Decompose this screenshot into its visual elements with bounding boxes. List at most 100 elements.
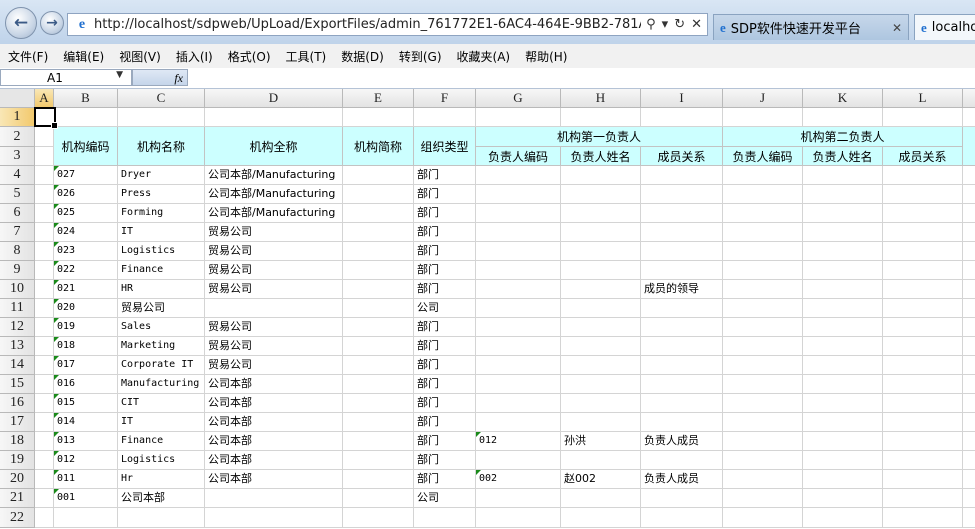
grid-cell[interactable] (641, 337, 723, 356)
grid-cell[interactable] (641, 489, 723, 508)
row-header-16[interactable]: 16 (0, 394, 35, 413)
grid-cell[interactable] (35, 394, 54, 413)
data-cell[interactable]: 024 (54, 223, 118, 242)
data-cell[interactable]: 012 (476, 432, 561, 451)
row-header-11[interactable]: 11 (0, 299, 35, 318)
data-cell[interactable]: 部门 (414, 394, 476, 413)
column-header-I[interactable]: I (641, 89, 723, 108)
grid-cell[interactable] (803, 413, 883, 432)
grid-cell[interactable] (476, 242, 561, 261)
grid-cell[interactable] (723, 432, 803, 451)
grid-cell[interactable] (35, 470, 54, 489)
grid-cell[interactable] (343, 508, 414, 528)
grid-cell[interactable] (723, 489, 803, 508)
data-cell[interactable]: 部门 (414, 185, 476, 204)
grid-cell[interactable] (963, 394, 975, 413)
refresh-icon[interactable]: ↻ (674, 17, 685, 32)
grid-cell[interactable] (723, 394, 803, 413)
grid-cell[interactable] (883, 470, 963, 489)
grid-cell[interactable] (963, 356, 975, 375)
data-cell[interactable]: 公司 (414, 489, 476, 508)
grid-cell[interactable] (883, 223, 963, 242)
grid-cell[interactable] (118, 508, 205, 528)
grid-cell[interactable] (723, 299, 803, 318)
grid-cell[interactable] (641, 108, 723, 127)
data-cell[interactable]: Finance (118, 432, 205, 451)
grid-cell[interactable] (476, 108, 561, 127)
grid-cell[interactable] (883, 375, 963, 394)
grid-cell[interactable] (803, 489, 883, 508)
row-header-8[interactable]: 8 (0, 242, 35, 261)
data-cell[interactable]: 027 (54, 166, 118, 185)
menu-item-4[interactable]: 格式(O) (220, 48, 278, 65)
grid-cell[interactable] (35, 337, 54, 356)
grid-cell[interactable] (641, 242, 723, 261)
grid-cell[interactable] (963, 451, 975, 470)
grid-cell[interactable] (561, 394, 641, 413)
grid-cell[interactable] (963, 242, 975, 261)
grid-cell[interactable] (641, 261, 723, 280)
data-cell[interactable]: Manufacturing (118, 375, 205, 394)
grid-cell[interactable] (723, 470, 803, 489)
grid-cell[interactable] (963, 432, 975, 451)
grid-cell[interactable] (343, 337, 414, 356)
data-cell[interactable]: 贸易公司 (205, 356, 343, 375)
column-header-C[interactable]: C (118, 89, 205, 108)
data-cell[interactable]: Press (118, 185, 205, 204)
row-header-20[interactable]: 20 (0, 470, 35, 489)
grid-cell[interactable] (963, 470, 975, 489)
grid-cell[interactable] (476, 204, 561, 223)
grid-cell[interactable] (963, 508, 975, 528)
grid-cell[interactable] (343, 413, 414, 432)
grid-cell[interactable] (963, 337, 975, 356)
grid-cell[interactable] (963, 318, 975, 337)
grid-cell[interactable] (883, 508, 963, 528)
menu-item-2[interactable]: 视图(V) (111, 48, 168, 65)
grid-cell[interactable] (476, 489, 561, 508)
grid-cell[interactable] (963, 261, 975, 280)
menu-item-3[interactable]: 插入(I) (168, 48, 220, 65)
row-header-19[interactable]: 19 (0, 451, 35, 470)
grid-cell[interactable] (963, 375, 975, 394)
grid-cell[interactable] (476, 166, 561, 185)
grid-cell[interactable] (476, 508, 561, 528)
column-header-F[interactable]: F (414, 89, 476, 108)
grid-cell[interactable] (35, 280, 54, 299)
grid-cell[interactable] (803, 356, 883, 375)
grid-cell[interactable] (883, 166, 963, 185)
close-icon[interactable]: ✕ (691, 17, 702, 32)
data-cell[interactable]: 015 (54, 394, 118, 413)
grid-cell[interactable] (561, 375, 641, 394)
grid-cell[interactable] (883, 489, 963, 508)
data-cell[interactable]: 部门 (414, 375, 476, 394)
row-header-2[interactable]: 2 (0, 127, 35, 147)
grid-cell[interactable] (723, 375, 803, 394)
grid-cell[interactable] (963, 223, 975, 242)
column-header-A[interactable]: A (35, 89, 54, 108)
data-cell[interactable]: 部门 (414, 356, 476, 375)
data-cell[interactable]: 公司本部 (205, 470, 343, 489)
grid-cell[interactable] (343, 261, 414, 280)
grid-cell[interactable] (641, 204, 723, 223)
grid-cell[interactable] (35, 375, 54, 394)
grid-cell[interactable] (476, 299, 561, 318)
data-cell[interactable]: 公司 (414, 299, 476, 318)
grid-cell[interactable] (343, 375, 414, 394)
grid-cell[interactable] (35, 299, 54, 318)
column-header-D[interactable]: D (205, 89, 343, 108)
grid-cell[interactable] (883, 280, 963, 299)
data-cell[interactable]: Marketing (118, 337, 205, 356)
grid-cell[interactable] (476, 185, 561, 204)
data-cell[interactable]: Hr (118, 470, 205, 489)
grid-cell[interactable] (561, 299, 641, 318)
data-cell[interactable]: 021 (54, 280, 118, 299)
data-cell[interactable]: 部门 (414, 318, 476, 337)
grid-cell[interactable] (205, 299, 343, 318)
row-header-13[interactable]: 13 (0, 337, 35, 356)
grid-cell[interactable] (35, 204, 54, 223)
grid-cell[interactable] (54, 508, 118, 528)
data-cell[interactable]: 公司本部 (205, 375, 343, 394)
grid-cell[interactable] (723, 108, 803, 127)
grid-cell[interactable] (561, 489, 641, 508)
data-cell[interactable]: 017 (54, 356, 118, 375)
